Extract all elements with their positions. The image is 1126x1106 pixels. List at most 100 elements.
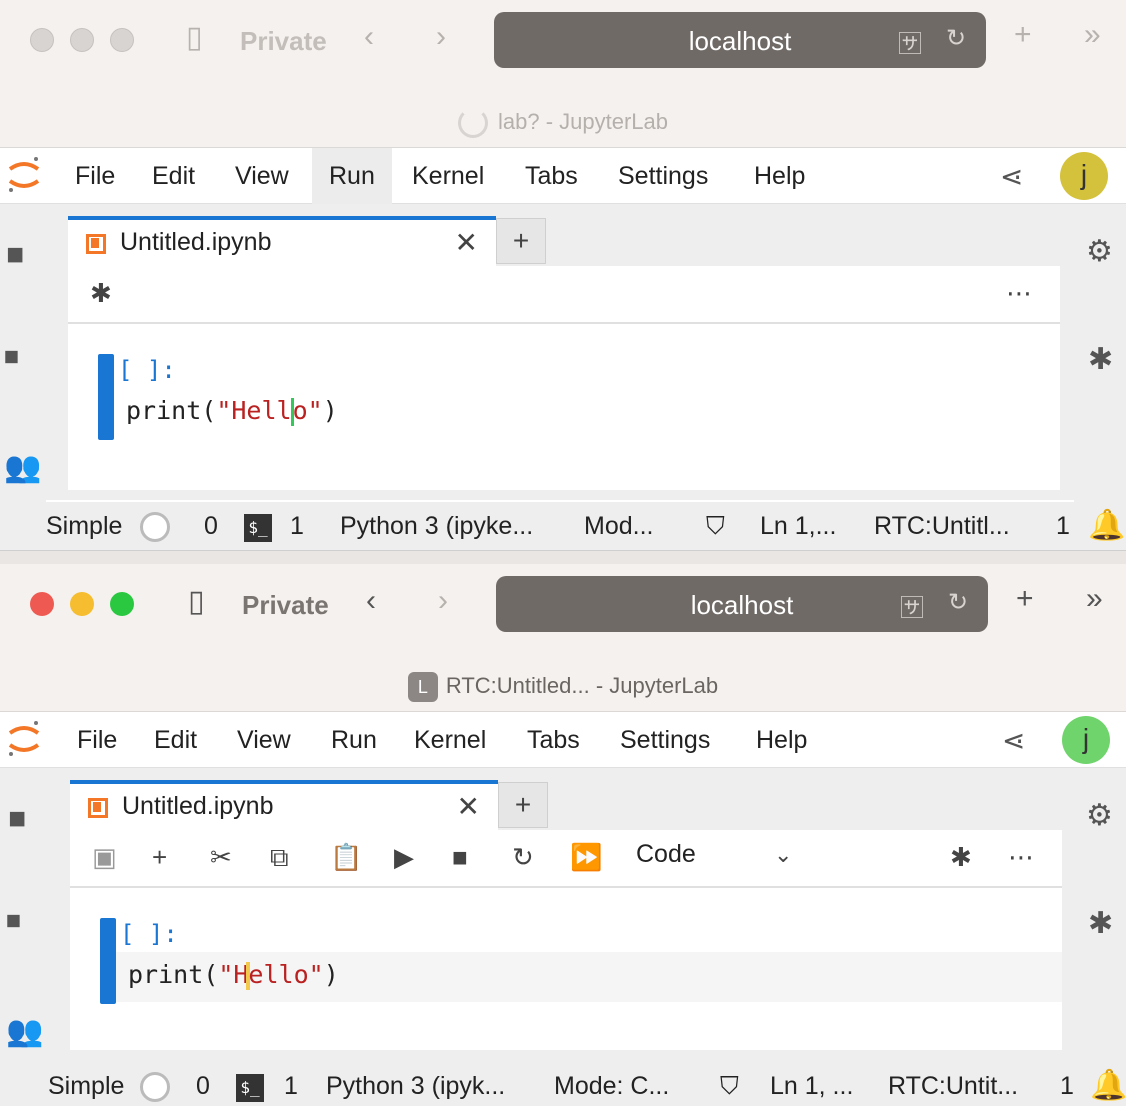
forward-icon[interactable]: ›: [438, 584, 448, 618]
save-icon[interactable]: ▣: [92, 842, 117, 873]
reload-icon[interactable]: ↻: [946, 24, 966, 53]
notebook-panel: [ ]: print("Hello"): [70, 888, 1062, 1050]
notebook-tab[interactable]: Untitled.ipynb ✕: [70, 780, 498, 830]
debugger-icon[interactable]: ✱: [1088, 342, 1113, 377]
menu-run[interactable]: Run: [314, 712, 394, 768]
kernel-status[interactable]: Python 3 (ipyke...: [340, 512, 533, 541]
menu-view[interactable]: View: [220, 712, 308, 768]
notification-count: 1: [1060, 1072, 1074, 1100]
folder-icon[interactable]: ■: [6, 238, 24, 272]
menu-kernel[interactable]: Kernel: [395, 148, 501, 204]
new-tab-icon[interactable]: +: [1014, 18, 1032, 52]
collaborators-icon[interactable]: 👥: [6, 1014, 43, 1049]
sidebar-toggle-icon[interactable]: ▯: [186, 20, 203, 55]
simple-mode-toggle[interactable]: [140, 512, 170, 542]
right-sidebar: ⚙ ✱: [1074, 204, 1126, 504]
folder-icon[interactable]: ■: [8, 802, 26, 836]
address-bar[interactable]: localhost 🈂 ↻: [496, 576, 988, 632]
debugger-icon[interactable]: ✱: [1088, 906, 1113, 941]
zoom-window-button[interactable]: [110, 592, 134, 616]
more-icon[interactable]: ⋯: [1008, 842, 1034, 873]
property-inspector-icon[interactable]: ⚙: [1086, 234, 1113, 269]
user-avatar[interactable]: j: [1062, 716, 1110, 764]
share-icon[interactable]: ⋖: [1000, 160, 1023, 193]
chevron-down-icon[interactable]: ⌄: [774, 842, 792, 868]
menu-tabs[interactable]: Tabs: [510, 712, 597, 768]
property-inspector-icon[interactable]: ⚙: [1086, 798, 1113, 833]
overflow-icon[interactable]: »: [1084, 18, 1101, 52]
share-icon[interactable]: ⋖: [1002, 724, 1025, 757]
menu-edit[interactable]: Edit: [135, 148, 212, 204]
menu-help[interactable]: Help: [739, 712, 824, 768]
menu-help[interactable]: Help: [737, 148, 822, 204]
stop-icon[interactable]: ■: [452, 842, 468, 873]
minimize-window-button[interactable]: [70, 28, 94, 52]
menu-file[interactable]: File: [60, 712, 134, 768]
notification-count: 1: [1056, 512, 1070, 540]
back-icon[interactable]: ‹: [364, 20, 374, 54]
close-tab-icon[interactable]: ✕: [457, 790, 480, 823]
translate-icon[interactable]: 🈂: [898, 24, 922, 59]
notebook-icon: [86, 234, 106, 254]
menu-kernel[interactable]: Kernel: [397, 712, 503, 768]
bell-icon[interactable]: 🔔: [1090, 1068, 1126, 1103]
cursor-position[interactable]: Ln 1, ...: [770, 1072, 853, 1101]
status-bar: Simple 0 $_ 1 Python 3 (ipyk... Mode: C.…: [0, 1062, 1126, 1106]
edit-mode: Mod...: [584, 512, 654, 540]
cursor-position[interactable]: Ln 1,...: [760, 512, 836, 541]
menu-view[interactable]: View: [218, 148, 306, 204]
simple-mode-label: Simple: [46, 512, 123, 540]
run-icon[interactable]: ▶: [394, 842, 414, 873]
notebook-tab[interactable]: Untitled.ipynb ✕: [68, 216, 496, 266]
simple-mode-toggle[interactable]: [140, 1072, 170, 1102]
code-editor[interactable]: print("Hello"): [126, 396, 338, 426]
debugger-toggle-icon[interactable]: ✱: [950, 842, 972, 873]
running-kernels-icon[interactable]: ⏹: [6, 904, 21, 938]
user-avatar[interactable]: j: [1060, 152, 1108, 200]
active-cell-indicator[interactable]: [100, 918, 116, 1004]
menu-run[interactable]: Run: [312, 148, 392, 204]
translate-icon[interactable]: 🈂: [900, 588, 924, 623]
menu-file[interactable]: File: [58, 148, 132, 204]
insert-cell-icon[interactable]: +: [152, 842, 167, 873]
close-window-button[interactable]: [30, 592, 54, 616]
address-bar[interactable]: localhost 🈂 ↻: [494, 12, 986, 68]
new-tab-icon[interactable]: +: [1016, 582, 1034, 616]
close-window-button[interactable]: [30, 28, 54, 52]
debugger-toggle-icon[interactable]: ✱: [90, 278, 112, 309]
copy-icon[interactable]: ⧉: [270, 842, 289, 874]
code-editor[interactable]: print("Hello"): [128, 960, 339, 990]
reload-icon[interactable]: ↻: [948, 588, 968, 617]
running-kernels-icon[interactable]: ⏹: [4, 340, 19, 374]
back-icon[interactable]: ‹: [366, 584, 376, 618]
forward-icon[interactable]: ›: [436, 20, 446, 54]
restart-icon[interactable]: ↻: [512, 842, 534, 873]
zoom-window-button[interactable]: [110, 28, 134, 52]
cut-icon[interactable]: ✂: [210, 842, 232, 873]
notebook-panel: [ ]: print("Hello"): [68, 324, 1060, 490]
rtc-document: RTC:Untitl...: [874, 512, 1010, 540]
simple-mode-label: Simple: [48, 1072, 125, 1100]
sidebar-toggle-icon[interactable]: ▯: [188, 584, 205, 619]
menu-settings[interactable]: Settings: [603, 712, 727, 768]
right-sidebar: ⚙ ✱: [1074, 768, 1126, 1068]
more-icon[interactable]: ⋯: [1006, 278, 1032, 309]
tab-title: Untitled.ipynb: [120, 228, 272, 256]
close-tab-icon[interactable]: ✕: [455, 226, 478, 259]
menu-edit[interactable]: Edit: [137, 712, 214, 768]
minimize-window-button[interactable]: [70, 592, 94, 616]
kernel-status[interactable]: Python 3 (ipyk...: [326, 1072, 505, 1101]
run-all-icon[interactable]: ⏩: [570, 842, 602, 873]
active-cell-indicator[interactable]: [98, 354, 114, 440]
new-launcher-button[interactable]: +: [496, 218, 546, 264]
paste-icon[interactable]: 📋: [330, 842, 362, 873]
overflow-icon[interactable]: »: [1086, 582, 1103, 616]
new-launcher-button[interactable]: +: [498, 782, 548, 828]
bell-icon[interactable]: 🔔: [1088, 508, 1125, 543]
status-bar: Simple 0 $_ 1 Python 3 (ipyke... Mod... …: [0, 502, 1126, 552]
traffic-lights: [30, 592, 134, 616]
cell-type-select[interactable]: Code: [636, 840, 696, 869]
menu-settings[interactable]: Settings: [601, 148, 725, 204]
menu-tabs[interactable]: Tabs: [508, 148, 595, 204]
collaborators-icon[interactable]: 👥: [4, 450, 41, 485]
